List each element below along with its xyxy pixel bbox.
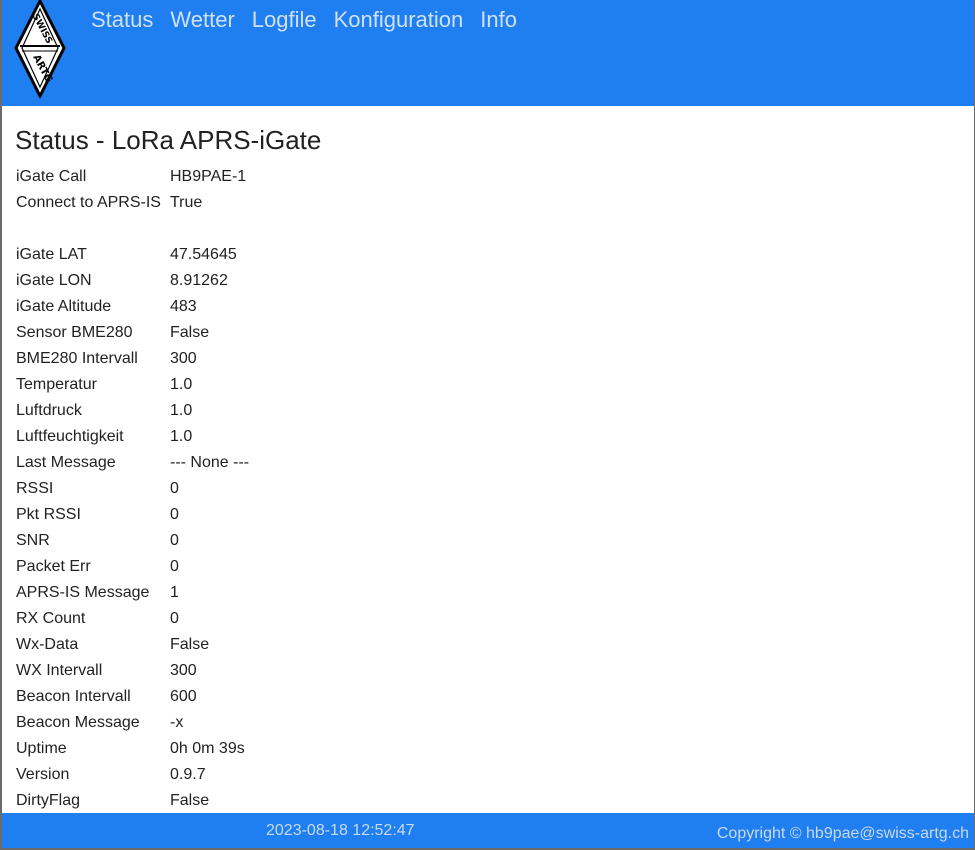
row-value: 600 <box>170 688 197 705</box>
row-value: 300 <box>170 350 197 367</box>
row-value: 0.9.7 <box>170 766 206 783</box>
row-value: 0h 0m 39s <box>170 740 245 757</box>
nav-konfiguration-link[interactable]: Konfiguration <box>334 6 464 34</box>
row-value: 300 <box>170 662 197 679</box>
table-row: Last Message --- None --- <box>16 450 249 476</box>
row-label: iGate LAT <box>16 246 87 263</box>
nav-logfile-link[interactable]: Logfile <box>252 6 317 34</box>
row-value: 0 <box>170 558 179 575</box>
table-row: RSSI 0 <box>16 476 249 502</box>
row-label: RSSI <box>16 480 54 497</box>
swiss-artg-logo-icon: SWISS ARTG <box>14 0 66 100</box>
table-row: iGate LON 8.91262 <box>16 268 249 294</box>
row-label: Luftdruck <box>16 402 82 419</box>
row-value: 8.91262 <box>170 272 228 289</box>
row-label: iGate Call <box>16 168 87 185</box>
row-label: Uptime <box>16 740 67 757</box>
row-label: Last Message <box>16 454 116 471</box>
table-row: iGate LAT 47.54645 <box>16 242 249 268</box>
table-row: Beacon Intervall 600 <box>16 684 249 710</box>
row-label: WX Intervall <box>16 662 103 679</box>
row-label: Beacon Message <box>16 714 140 731</box>
row-value: 1.0 <box>170 428 193 445</box>
table-row: Luftfeuchtigkeit 1.0 <box>16 424 249 450</box>
table-row: Temperatur 1.0 <box>16 372 249 398</box>
table-row: APRS-IS Message 1 <box>16 580 249 606</box>
nav-status-link[interactable]: Status <box>91 6 153 34</box>
table-row: Connect to APRS-IS True <box>16 190 249 216</box>
table-row: Uptime 0h 0m 39s <box>16 736 249 762</box>
table-row: SNR 0 <box>16 528 249 554</box>
table-row: iGate Altitude 483 <box>16 294 249 320</box>
table-spacer-row <box>16 216 249 242</box>
row-label: APRS-IS Message <box>16 584 150 601</box>
row-value: False <box>170 324 210 341</box>
page-title: Status - LoRa APRS-iGate <box>15 125 322 155</box>
table-row: iGate Call HB9PAE-1 <box>16 164 249 190</box>
table-row: Packet Err 0 <box>16 554 249 580</box>
row-label: Packet Err <box>16 558 91 575</box>
table-row: Pkt RSSI 0 <box>16 502 249 528</box>
browser-frame: SWISS ARTG Status Wetter Logfile Konfigu… <box>0 0 975 850</box>
row-value: True <box>170 194 203 211</box>
row-value: HB9PAE-1 <box>170 168 247 185</box>
table-row: Sensor BME280 False <box>16 320 249 346</box>
table-row: Version 0.9.7 <box>16 762 249 788</box>
row-label: Beacon Intervall <box>16 688 131 705</box>
row-label: Pkt RSSI <box>16 506 81 523</box>
row-value: False <box>170 636 210 653</box>
row-label: Sensor BME280 <box>16 324 133 341</box>
row-label: Version <box>16 766 70 783</box>
table-row: Wx-Data False <box>16 632 249 658</box>
status-table: iGate Call HB9PAE-1 Connect to APRS-IS T… <box>16 164 249 814</box>
row-value: 1.0 <box>170 376 193 393</box>
row-value: -x <box>170 714 184 731</box>
row-value: 0 <box>170 610 179 627</box>
row-value: 47.54645 <box>170 246 237 263</box>
row-label: Luftfeuchtigkeit <box>16 428 124 445</box>
table-row: BME280 Intervall 300 <box>16 346 249 372</box>
row-label: RX Count <box>16 610 86 627</box>
row-label: SNR <box>16 532 50 549</box>
main-nav: Status Wetter Logfile Konfiguration Info <box>91 6 534 34</box>
row-value: 1.0 <box>170 402 193 419</box>
nav-wetter-link[interactable]: Wetter <box>170 6 234 34</box>
row-label: Wx-Data <box>16 636 79 653</box>
row-value: 1 <box>170 584 179 601</box>
row-label: Connect to APRS-IS <box>16 194 161 211</box>
nav-info-link[interactable]: Info <box>480 6 517 34</box>
row-value: 0 <box>170 532 179 549</box>
row-label: BME280 Intervall <box>16 350 138 367</box>
row-value: 0 <box>170 506 179 523</box>
table-row: DirtyFlag False <box>16 788 249 814</box>
row-value: 0 <box>170 480 179 497</box>
header-bar: SWISS ARTG Status Wetter Logfile Konfigu… <box>2 0 974 106</box>
footer-datetime: 2023-08-18 12:52:47 <box>266 822 415 839</box>
row-label: iGate LON <box>16 272 92 289</box>
row-value: 483 <box>170 298 197 315</box>
row-label: Temperatur <box>16 376 97 393</box>
row-label: DirtyFlag <box>16 792 81 809</box>
table-row: Luftdruck 1.0 <box>16 398 249 424</box>
row-label: iGate Altitude <box>16 298 112 315</box>
row-value: --- None --- <box>170 454 250 471</box>
table-row: RX Count 0 <box>16 606 249 632</box>
table-row: WX Intervall 300 <box>16 658 249 684</box>
footer-bar: 2023-08-18 12:52:47 Copyright © hb9pae@s… <box>2 813 974 848</box>
footer-copyright: Copyright © hb9pae@swiss-artg.ch <box>716 825 969 842</box>
row-value: False <box>170 792 210 809</box>
table-row: Beacon Message -x <box>16 710 249 736</box>
